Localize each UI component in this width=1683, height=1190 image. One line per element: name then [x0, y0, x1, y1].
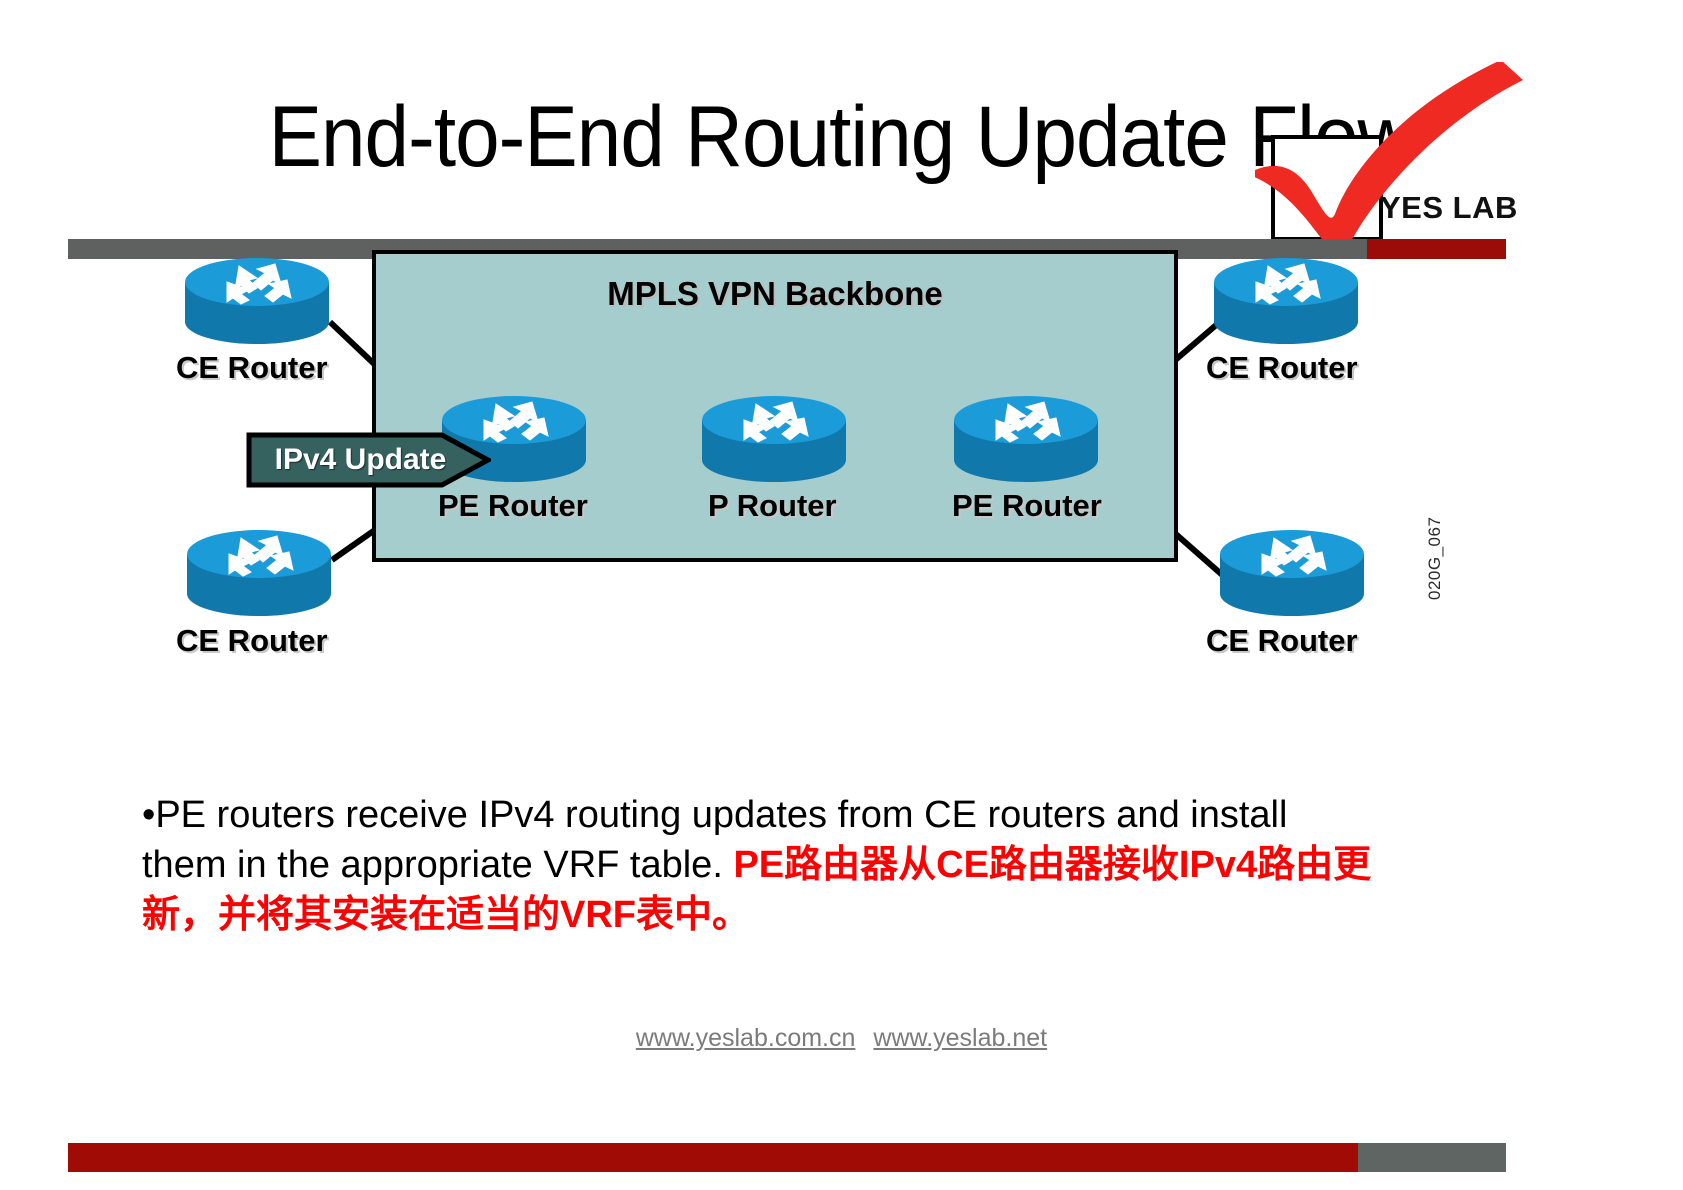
body-paragraph: •PE routers receive IPv4 routing updates…: [142, 790, 1372, 940]
router-icon-p-center[interactable]: [700, 388, 848, 486]
footer-link-yeslab-com-cn[interactable]: www.yeslab.com.cn: [636, 1024, 856, 1052]
slide-canvas: End-to-End Routing Update Flow YES LAB M…: [0, 0, 1683, 1190]
logo-label: YES LAB: [1380, 190, 1518, 225]
yes-lab-logo: YES LAB: [1255, 62, 1555, 247]
router-icon-pe-right[interactable]: [952, 388, 1100, 486]
router-label-ce-top-left: CE Router: [176, 350, 328, 385]
router-label-p-center: P Router: [708, 488, 837, 523]
mpls-backbone-label: MPLS VPN Backbone: [607, 275, 943, 312]
footer-rule-gray: [1358, 1143, 1506, 1172]
header-rule-red: [1367, 239, 1506, 259]
figure-code-label: 020G_067: [1425, 516, 1444, 600]
router-icon-ce-bottom-right[interactable]: [1218, 522, 1366, 620]
router-icon-ce-bottom-left[interactable]: [185, 522, 333, 620]
footer-link-yeslab-net[interactable]: www.yeslab.net: [873, 1024, 1047, 1052]
footer-rule-red: [68, 1143, 1358, 1172]
ipv4-update-badge: IPv4 Update: [246, 432, 491, 488]
router-icon-ce-top-right[interactable]: [1212, 250, 1360, 348]
router-label-ce-top-right: CE Router: [1206, 350, 1358, 385]
bullet-mark: •: [142, 794, 156, 836]
router-label-ce-bottom-right: CE Router: [1206, 623, 1358, 658]
footer-links: www.yeslab.com.cn www.yeslab.net: [0, 1024, 1683, 1053]
ipv4-update-label: IPv4 Update: [274, 443, 447, 476]
router-label-pe-left: PE Router: [438, 488, 588, 523]
router-label-pe-right: PE Router: [952, 488, 1102, 523]
router-label-ce-bottom-left: CE Router: [176, 623, 328, 658]
router-icon-ce-top-left[interactable]: [183, 250, 331, 348]
